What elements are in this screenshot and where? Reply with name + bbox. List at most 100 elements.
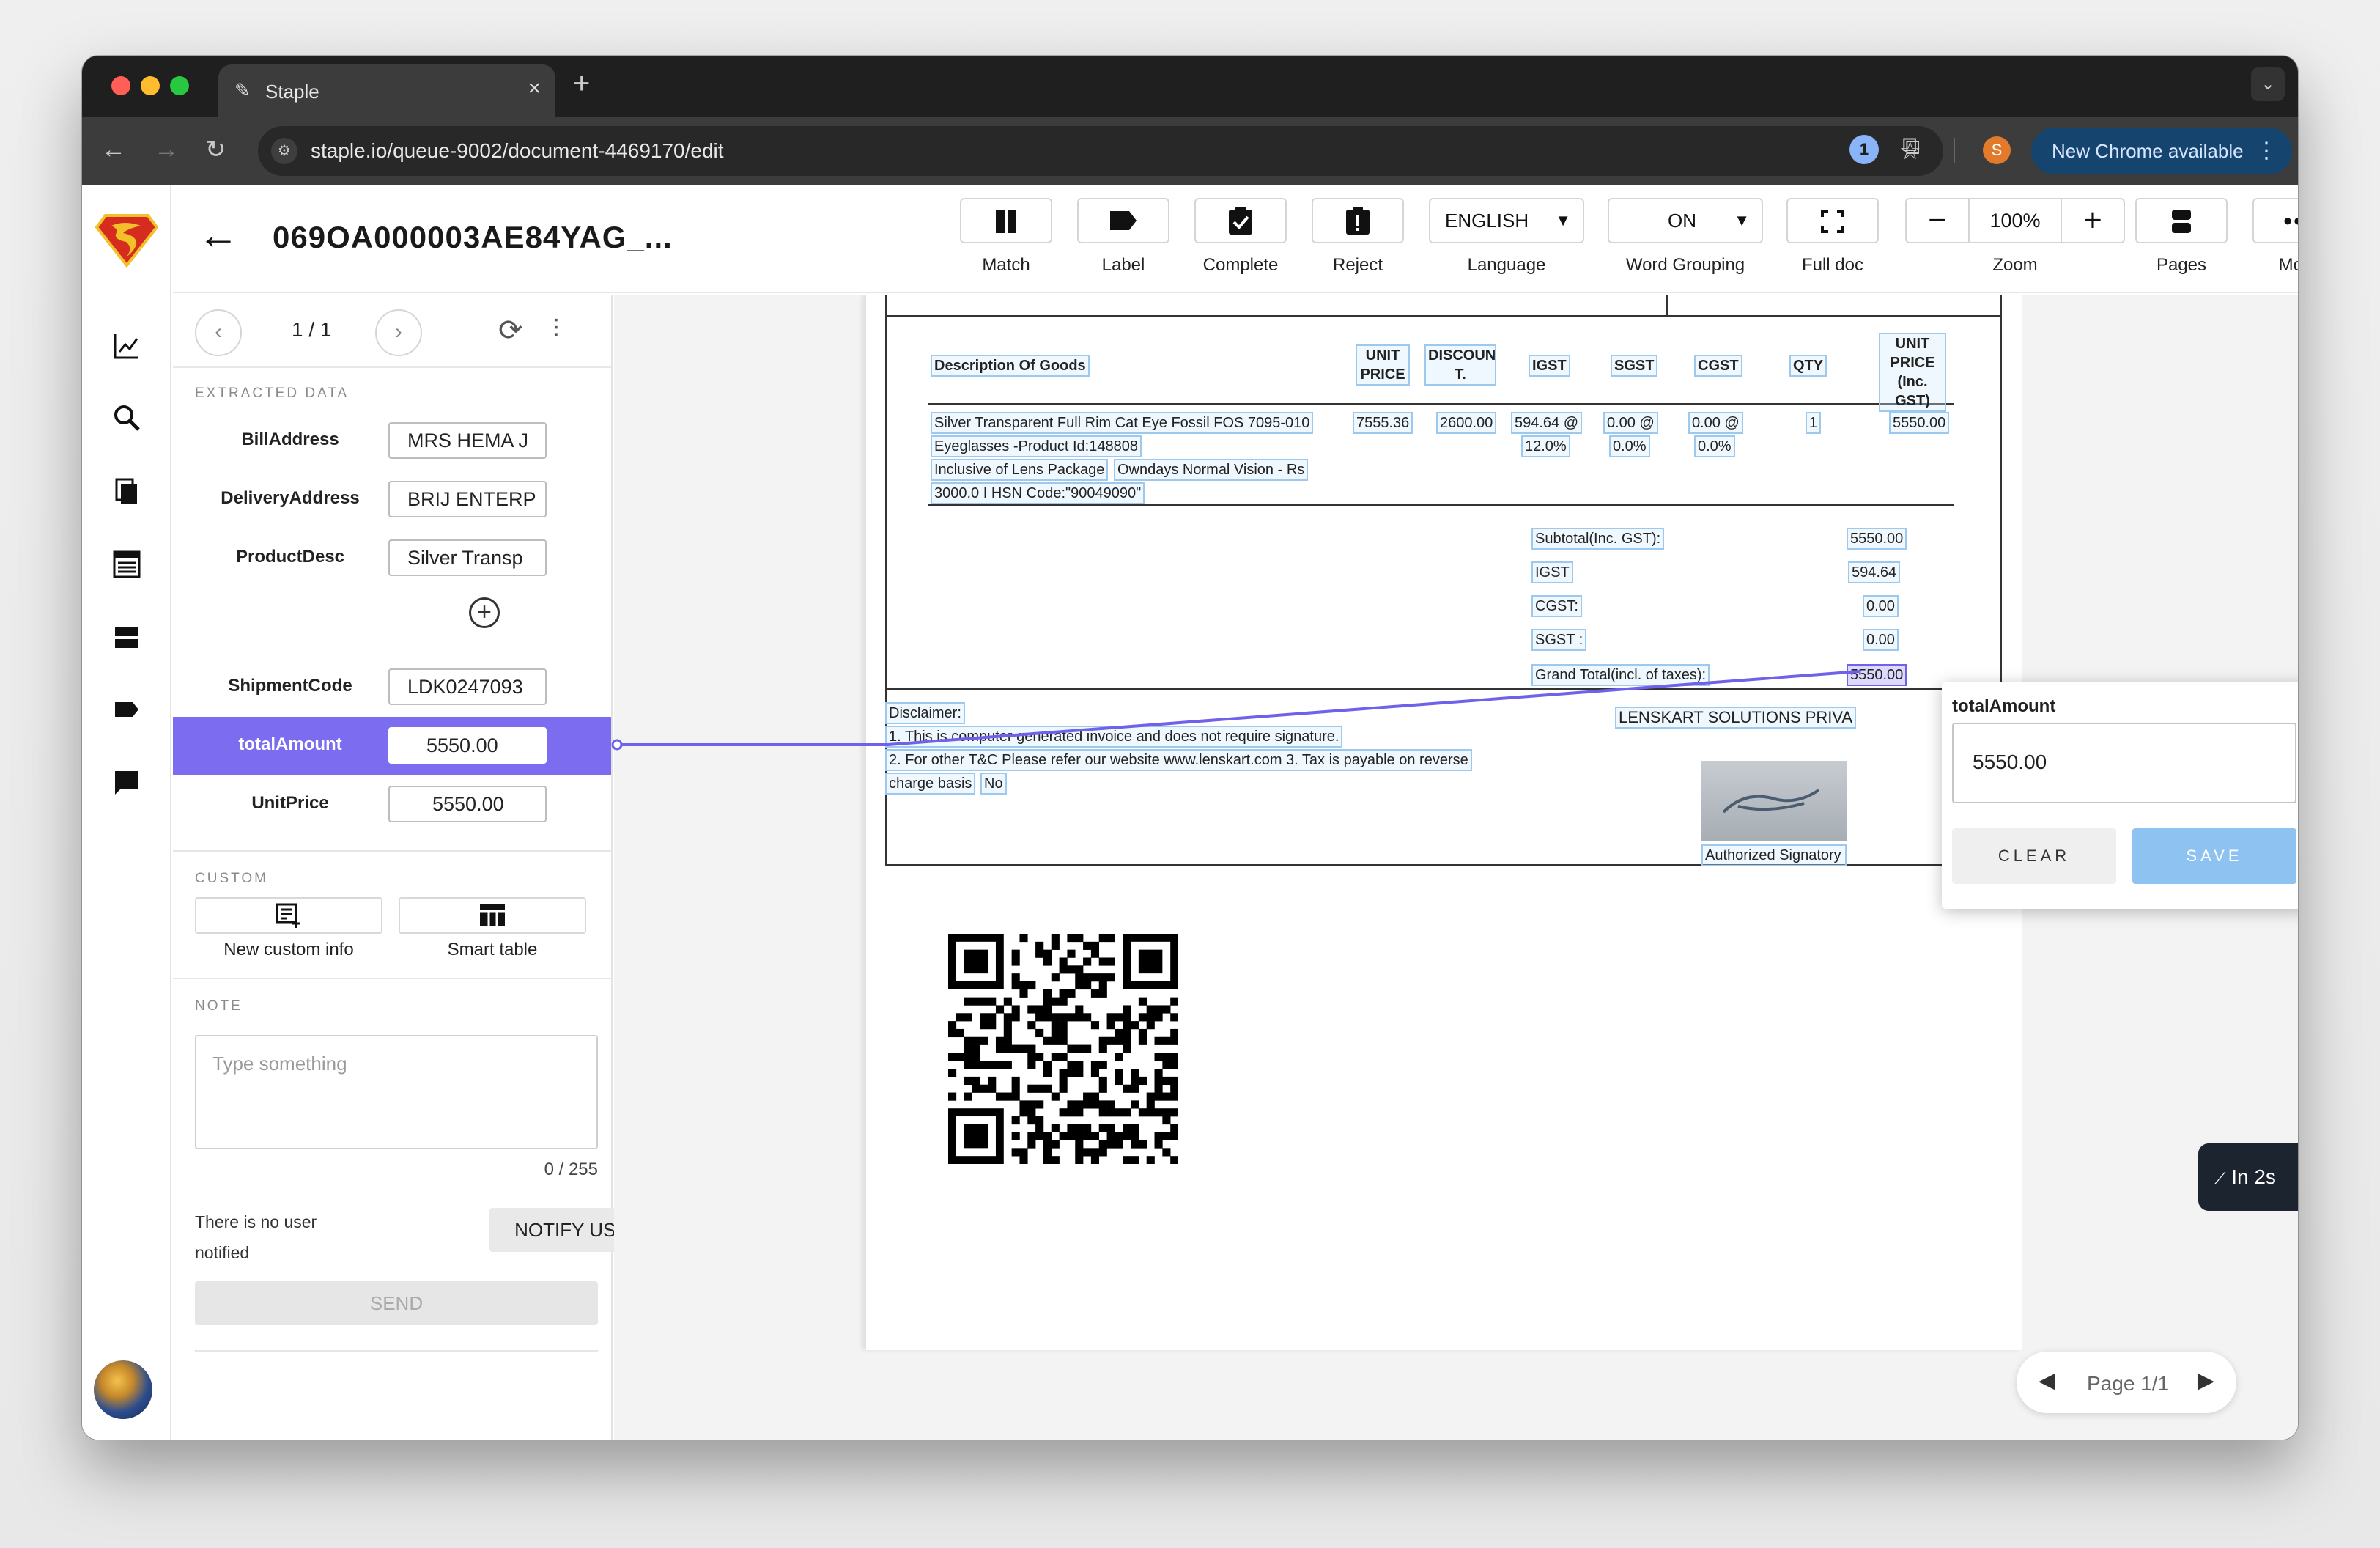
charge-basis[interactable]: charge basis [885,773,976,795]
profile-avatar[interactable]: S [1983,136,2011,164]
label-button[interactable] [1077,198,1169,243]
close-window-button[interactable] [111,76,130,95]
header-sgst[interactable]: SGST [1611,355,1658,377]
cgst-value[interactable]: 0.00 [1863,595,1899,617]
billaddress-input[interactable]: MRS HEMA J [388,422,547,459]
productdesc-input[interactable]: Silver Transp [388,539,547,576]
settings-sliders-icon[interactable]: ⫶ [552,314,559,345]
match-button[interactable] [960,198,1052,243]
new-custom-info-button[interactable] [195,897,382,934]
deliveryaddress-input[interactable]: BRIJ ENTERP [388,481,547,517]
item-line-2[interactable]: Eyeglasses -Product Id:148808 [931,435,1142,457]
header-unit-price[interactable]: UNIT PRICE [1356,344,1410,386]
authorized-signatory[interactable]: Authorized Signatory [1701,844,1847,866]
company-name[interactable]: LENSKART SOLUTIONS PRIVA [1615,707,1857,729]
item-sgst-rate[interactable]: 0.0% [1609,435,1650,457]
next-document-button[interactable]: › [375,309,422,356]
sgst-value[interactable]: 0.00 [1863,629,1899,651]
browser-tab[interactable]: ✎ Staple × [218,64,555,117]
item-line-4[interactable]: 3000.0 I HSN Code:"90049090" [931,482,1145,504]
next-page-icon[interactable]: ▶ [2198,1368,2214,1393]
analytics-icon[interactable] [110,331,144,365]
new-tab-icon[interactable]: + [573,69,590,98]
item-unit-price[interactable]: 7555.36 [1353,412,1413,434]
igst-value[interactable]: 594.64 [1848,561,1901,583]
reject-button[interactable] [1312,198,1404,243]
subtotal-value[interactable]: 5550.00 [1847,528,1907,550]
reload-icon[interactable]: ↻ [205,135,226,164]
header-unit-price-gst[interactable]: UNIT PRICE (Inc. GST) [1879,333,1946,412]
header-description[interactable]: Description Of Goods [931,355,1090,377]
header-cgst[interactable]: CGST [1694,355,1742,377]
field-row-totalamount[interactable]: totalAmount 5550.00 [173,717,611,775]
documents-icon[interactable] [110,476,144,510]
save-button[interactable]: SAVE [2132,828,2296,884]
site-info-icon[interactable]: ⚙ [271,138,298,164]
prev-document-button[interactable]: ‹ [195,309,242,356]
document-viewer[interactable]: Description Of Goods UNIT PRICE DISCOUN … [614,295,2298,1440]
prev-page-icon[interactable]: ◀ [2039,1368,2055,1393]
item-cgst[interactable]: 0.00 @ [1688,412,1743,434]
labels-icon[interactable] [110,695,144,729]
complete-button[interactable] [1194,198,1287,243]
more-button[interactable]: ••• [2252,198,2298,243]
grand-total-label[interactable]: Grand Total(incl. of taxes): [1531,664,1710,686]
queues-icon[interactable] [110,623,144,657]
totalamount-input[interactable]: 5550.00 [388,727,547,764]
language-select[interactable]: ENGLISH ▼ [1429,198,1584,243]
refresh-icon[interactable]: ⟳ [498,314,523,347]
header-discount[interactable]: DISCOUN T. [1424,344,1496,386]
item-line-3b[interactable]: Owndays Normal Vision - Rs [1114,459,1309,481]
forward-icon[interactable]: → [154,135,179,164]
minimize-window-button[interactable] [141,76,160,95]
item-sgst[interactable]: 0.00 @ [1603,412,1658,434]
item-igst-rate[interactable]: 12.0% [1521,435,1570,457]
clear-button[interactable]: CLEAR [1952,828,2116,884]
popup-value-input[interactable]: 5550.00 [1952,723,2296,803]
user-avatar[interactable] [94,1360,152,1419]
subtotal-label[interactable]: Subtotal(Inc. GST): [1531,528,1665,550]
cgst-label[interactable]: CGST: [1531,595,1582,617]
note-textarea[interactable]: Type something [195,1035,598,1149]
add-field-icon[interactable]: + [469,597,500,628]
disclaimer-heading[interactable]: Disclaimer: [885,702,965,724]
table-view-icon[interactable] [110,550,144,583]
back-arrow-icon[interactable]: ← [198,214,239,255]
item-discount[interactable]: 2600.00 [1436,412,1497,434]
full-doc-button[interactable] [1786,198,1879,243]
superman-logo[interactable] [95,213,158,268]
item-unit-price-gst[interactable]: 5550.00 [1889,412,1950,434]
url-bar[interactable]: ⚙ staple.io/queue-9002/document-4469170/… [258,126,1943,176]
messages-icon[interactable] [110,768,144,802]
igst-label[interactable]: IGST [1531,561,1573,583]
charge-no[interactable]: No [980,773,1007,795]
sgst-label[interactable]: SGST : [1531,629,1587,651]
grand-total-value[interactable]: 5550.00 [1847,664,1907,686]
zoom-in-button[interactable]: + [2061,199,2124,242]
word-grouping-select[interactable]: ON ▼ [1608,198,1763,243]
disclaimer-line-1[interactable]: 1. This is computer generated invoice an… [885,726,1343,748]
tab-search-icon[interactable]: ⌄ [2251,67,2285,101]
unitprice-input[interactable]: 5550.00 [388,786,547,822]
maximize-window-button[interactable] [170,76,189,95]
shipmentcode-input[interactable]: LDK0247093 [388,668,547,705]
item-line-3a[interactable]: Inclusive of Lens Package [931,459,1109,481]
back-icon[interactable]: ← [101,135,126,164]
password-manager-icon[interactable]: 1 [1849,135,1879,164]
item-qty[interactable]: 1 [1806,412,1822,434]
zoom-out-button[interactable]: − [1907,199,1970,242]
send-button[interactable]: SEND [195,1281,598,1325]
search-icon[interactable] [110,403,144,437]
chrome-menu-icon[interactable]: ⋮ [2255,128,2277,174]
item-igst[interactable]: 594.64 @ [1511,412,1583,434]
extensions-icon[interactable]: ⧉ [1902,132,1920,161]
pages-button[interactable] [2135,198,2228,243]
disclaimer-line-2[interactable]: 2. For other T&C Please refer our websit… [885,749,1472,771]
update-chrome-button[interactable]: New Chrome available ⋮ [2031,128,2292,174]
item-line-1[interactable]: Silver Transparent Full Rim Cat Eye Foss… [931,412,1314,434]
item-cgst-rate[interactable]: 0.0% [1694,435,1735,457]
smart-table-button[interactable] [399,897,586,934]
header-qty[interactable]: QTY [1789,355,1828,377]
close-tab-icon[interactable]: × [528,78,541,100]
header-igst[interactable]: IGST [1529,355,1570,377]
